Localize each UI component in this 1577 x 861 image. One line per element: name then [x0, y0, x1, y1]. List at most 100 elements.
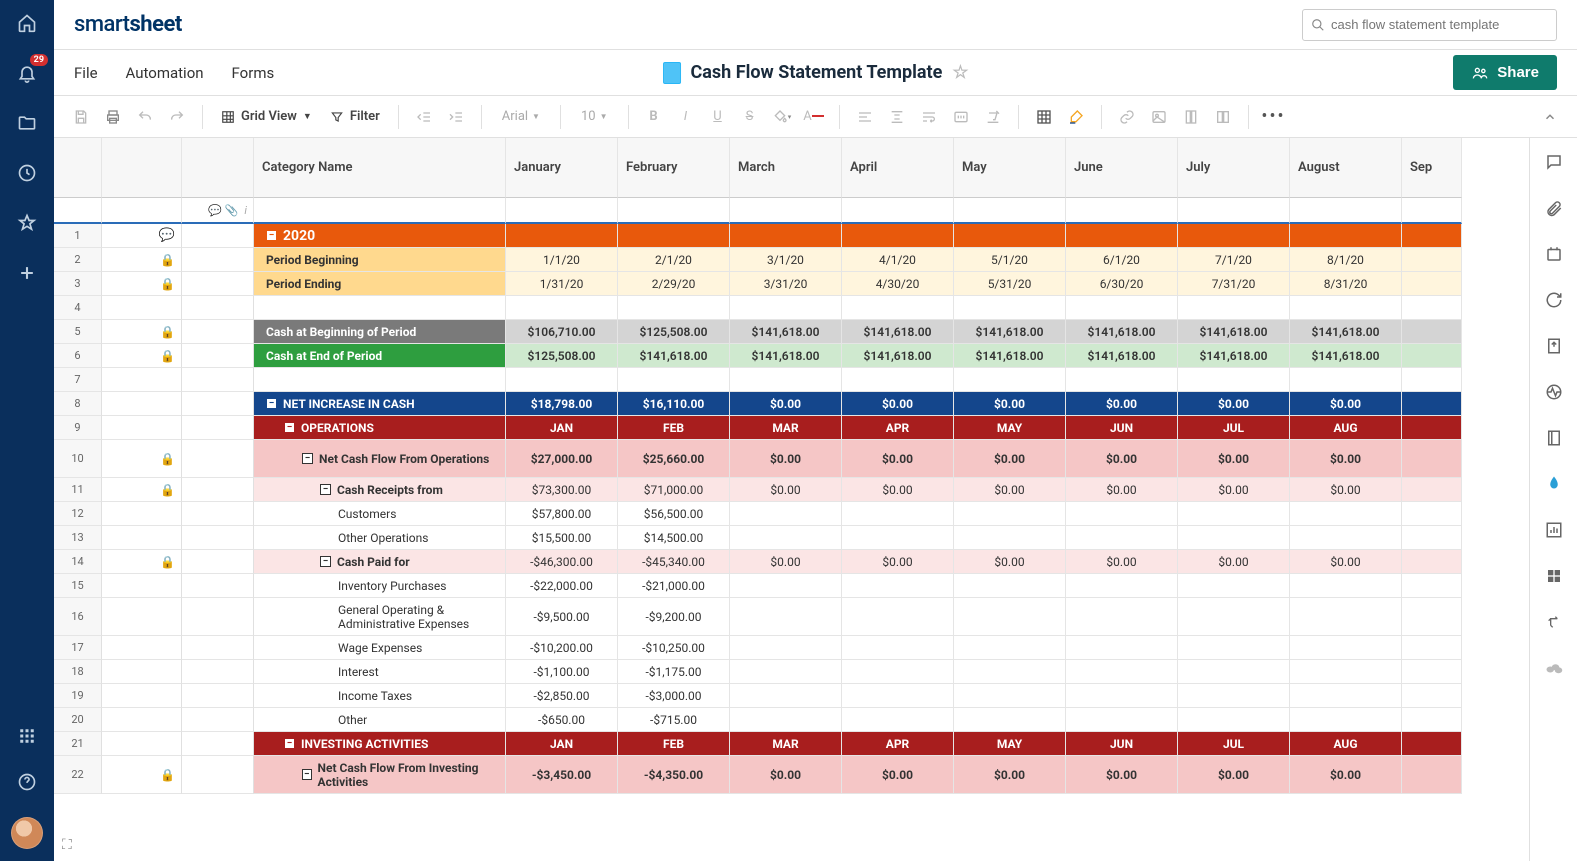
- data-cell[interactable]: 6/1/20: [1066, 248, 1178, 272]
- category-cell[interactable]: −Cash Paid for: [254, 550, 506, 574]
- data-cell[interactable]: $0.00: [842, 478, 954, 502]
- data-cell[interactable]: [1402, 248, 1462, 272]
- category-cell[interactable]: Cash at Beginning of Period: [254, 320, 506, 344]
- data-cell[interactable]: [1402, 526, 1462, 550]
- help-icon[interactable]: [16, 771, 38, 793]
- data-cell[interactable]: $0.00: [1290, 440, 1402, 478]
- align-vert-icon[interactable]: [884, 104, 910, 130]
- data-cell[interactable]: $0.00: [954, 440, 1066, 478]
- category-cell[interactable]: −2020: [254, 224, 506, 248]
- data-cell[interactable]: [842, 224, 954, 248]
- notifications-icon[interactable]: 29: [16, 62, 38, 84]
- filter-button[interactable]: Filter: [324, 109, 386, 124]
- data-cell[interactable]: $141,618.00: [954, 320, 1066, 344]
- data-cell[interactable]: [1178, 660, 1290, 684]
- row-number[interactable]: 13: [54, 526, 102, 550]
- data-cell[interactable]: [954, 708, 1066, 732]
- data-cell[interactable]: [618, 368, 730, 392]
- lock-column-icon[interactable]: [1210, 104, 1236, 130]
- data-cell[interactable]: -$3,000.00: [618, 684, 730, 708]
- font-selector[interactable]: Arial ▼: [494, 109, 548, 124]
- proofs-panel-icon[interactable]: [1544, 244, 1564, 264]
- data-cell[interactable]: $0.00: [842, 756, 954, 794]
- data-cell[interactable]: [1178, 598, 1290, 636]
- data-cell[interactable]: JUN: [1066, 732, 1178, 756]
- row-number[interactable]: 4: [54, 296, 102, 320]
- row-number[interactable]: 8: [54, 392, 102, 416]
- data-cell[interactable]: -$2,850.00: [506, 684, 618, 708]
- col-jan[interactable]: January: [506, 138, 618, 198]
- image-icon[interactable]: [1146, 104, 1172, 130]
- apps-icon[interactable]: [16, 725, 38, 747]
- data-cell[interactable]: $18,798.00: [506, 392, 618, 416]
- row-number[interactable]: 12: [54, 502, 102, 526]
- folder-icon[interactable]: [16, 112, 38, 134]
- data-cell[interactable]: -$3,450.00: [506, 756, 618, 794]
- data-cell[interactable]: AUG: [1290, 416, 1402, 440]
- user-avatar[interactable]: [11, 817, 43, 849]
- row-number[interactable]: 7: [54, 368, 102, 392]
- data-cell[interactable]: $106,710.00: [506, 320, 618, 344]
- data-cell[interactable]: [1066, 708, 1178, 732]
- data-cell[interactable]: [730, 224, 842, 248]
- data-cell[interactable]: [1402, 224, 1462, 248]
- data-cell[interactable]: AUG: [1290, 732, 1402, 756]
- data-cell[interactable]: [730, 684, 842, 708]
- data-cell[interactable]: [1290, 574, 1402, 598]
- data-cell[interactable]: -$650.00: [506, 708, 618, 732]
- category-cell[interactable]: Other Operations: [254, 526, 506, 550]
- size-selector[interactable]: 10 ▼: [573, 109, 616, 124]
- data-cell[interactable]: $0.00: [730, 550, 842, 574]
- data-cell[interactable]: [1178, 684, 1290, 708]
- data-cell[interactable]: [1066, 660, 1178, 684]
- data-cell[interactable]: [1402, 756, 1462, 794]
- redo-icon[interactable]: [164, 104, 190, 130]
- data-cell[interactable]: MAR: [730, 732, 842, 756]
- row-number[interactable]: 5: [54, 320, 102, 344]
- data-cell[interactable]: [1066, 296, 1178, 320]
- data-cell[interactable]: $0.00: [954, 550, 1066, 574]
- add-icon[interactable]: [16, 262, 38, 284]
- data-cell[interactable]: [1402, 416, 1462, 440]
- data-cell[interactable]: [1402, 636, 1462, 660]
- data-cell[interactable]: $0.00: [1178, 550, 1290, 574]
- data-cell[interactable]: [1402, 684, 1462, 708]
- data-cell[interactable]: -$1,175.00: [618, 660, 730, 684]
- data-cell[interactable]: $25,660.00: [618, 440, 730, 478]
- data-cell[interactable]: [1402, 732, 1462, 756]
- category-cell[interactable]: Income Taxes: [254, 684, 506, 708]
- category-cell[interactable]: −Net Cash Flow From Investing Activities: [254, 756, 506, 794]
- data-cell[interactable]: -$4,350.00: [618, 756, 730, 794]
- category-cell[interactable]: [254, 296, 506, 320]
- data-cell[interactable]: APR: [842, 416, 954, 440]
- category-cell[interactable]: −Net Cash Flow From Operations: [254, 440, 506, 478]
- row-number[interactable]: 18: [54, 660, 102, 684]
- data-cell[interactable]: [954, 526, 1066, 550]
- data-cell[interactable]: [1290, 636, 1402, 660]
- data-cell[interactable]: $56,500.00: [618, 502, 730, 526]
- data-cell[interactable]: [1066, 598, 1178, 636]
- data-cell[interactable]: [842, 526, 954, 550]
- data-cell[interactable]: [954, 296, 1066, 320]
- data-cell[interactable]: [730, 502, 842, 526]
- data-cell[interactable]: $0.00: [730, 756, 842, 794]
- data-cell[interactable]: [954, 502, 1066, 526]
- data-cell[interactable]: $0.00: [730, 392, 842, 416]
- data-cell[interactable]: $0.00: [842, 550, 954, 574]
- data-cell[interactable]: [1178, 224, 1290, 248]
- data-cell[interactable]: $16,110.00: [618, 392, 730, 416]
- data-cell[interactable]: [842, 296, 954, 320]
- undo-icon[interactable]: [132, 104, 158, 130]
- data-cell[interactable]: MAY: [954, 732, 1066, 756]
- activity-log-icon[interactable]: [1544, 382, 1564, 402]
- data-cell[interactable]: $141,618.00: [618, 344, 730, 368]
- data-cell[interactable]: $0.00: [1178, 440, 1290, 478]
- data-cell[interactable]: [842, 636, 954, 660]
- data-cell[interactable]: $57,800.00: [506, 502, 618, 526]
- data-cell[interactable]: [1178, 296, 1290, 320]
- data-cell[interactable]: $0.00: [842, 392, 954, 416]
- col-apr[interactable]: April: [842, 138, 954, 198]
- row-number[interactable]: 16: [54, 598, 102, 636]
- data-cell[interactable]: $125,508.00: [506, 344, 618, 368]
- data-cell[interactable]: [1178, 708, 1290, 732]
